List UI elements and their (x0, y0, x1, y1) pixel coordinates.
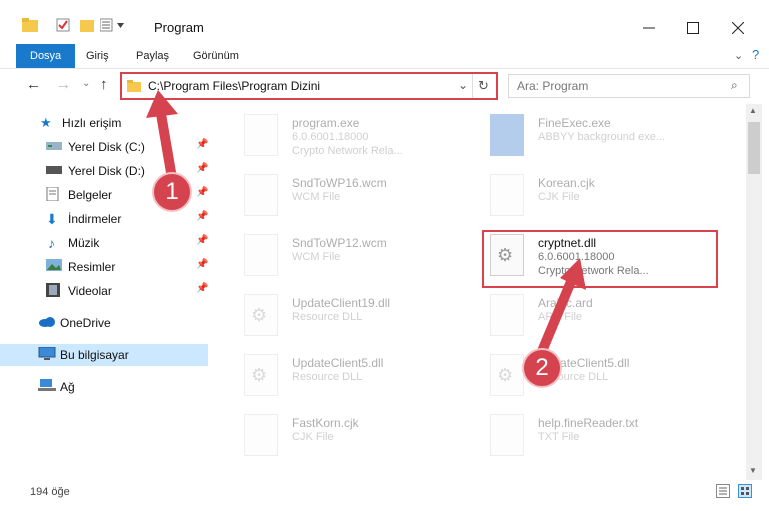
pin-icon[interactable]: 📌 (196, 235, 208, 246)
chevron-down-icon[interactable]: ⌄ (734, 49, 743, 62)
folder-icon (22, 18, 38, 35)
pictures-icon (46, 259, 62, 273)
drive-icon (46, 163, 62, 177)
file-list: program.exe 6.0.6001.18000 Crypto Networ… (214, 104, 746, 478)
drive-icon (46, 139, 62, 153)
highlight-box (482, 230, 718, 288)
blank-file-icon (244, 174, 278, 216)
sidebar-item-local-disk-c[interactable]: Yerel Disk (C:) 📌 (0, 136, 208, 158)
blank-file-icon (244, 414, 278, 456)
tab-share[interactable]: Paylaş (136, 44, 169, 68)
pin-icon[interactable]: 📌 (196, 187, 208, 198)
search-placeholder: Ara: Program (517, 79, 589, 93)
pin-icon[interactable]: 📌 (196, 163, 208, 174)
exe-file-icon (490, 114, 524, 156)
file-item[interactable]: SndToWP16.wcm WCM File (236, 170, 476, 230)
status-bar: 194 öğe (0, 480, 769, 511)
download-icon: ⬇ (46, 211, 58, 227)
file-item[interactable]: UpdateClient5.dll Resource DLL (236, 350, 476, 410)
tiles-view-icon[interactable] (738, 484, 752, 501)
file-item[interactable]: FineExec.exe ABBYY background exe... (482, 110, 722, 170)
sidebar-item-pictures[interactable]: Resimler 📌 (0, 256, 208, 278)
tab-home[interactable]: Giriş (86, 44, 109, 68)
sidebar-item-videos[interactable]: Videolar 📌 (0, 280, 208, 302)
sidebar-item-onedrive[interactable]: OneDrive (0, 312, 208, 334)
file-item[interactable]: SndToWP12.wcm WCM File (236, 230, 476, 290)
scrollbar-thumb[interactable] (748, 122, 760, 174)
divider (472, 74, 473, 98)
back-arrow-icon[interactable]: ← (26, 76, 41, 93)
recent-locations-icon[interactable]: ⌄ (82, 78, 90, 89)
item-count: 194 öğe (30, 486, 70, 498)
blank-file-icon (244, 234, 278, 276)
sidebar-item-quick-access[interactable]: ★ Hızlı erişim (0, 112, 208, 134)
computer-icon (38, 346, 56, 361)
close-button[interactable] (723, 14, 753, 42)
blank-file-icon (490, 174, 524, 216)
address-path: C:\Program Files\Program Dizini (148, 79, 321, 93)
address-row: ← → ⌄ ↑ C:\Program Files\Program Dizini … (0, 68, 769, 104)
pin-icon[interactable]: 📌 (196, 259, 208, 270)
dll-file-icon (244, 354, 278, 396)
help-icon[interactable]: ? (752, 47, 759, 62)
folder-icon (127, 80, 141, 95)
title-bar: Program (0, 0, 769, 44)
address-bar[interactable]: C:\Program Files\Program Dizini ⌄ ↻ (120, 72, 498, 100)
forward-arrow-icon[interactable]: → (56, 76, 71, 93)
new-folder-icon[interactable] (80, 18, 94, 35)
network-icon (38, 379, 56, 393)
file-item[interactable]: program.exe 6.0.6001.18000 Crypto Networ… (236, 110, 476, 170)
dll-file-icon (244, 294, 278, 336)
navigation-pane: ★ Hızlı erişim Yerel Disk (C:) 📌 Yerel D… (0, 104, 214, 480)
text-file-icon (490, 414, 524, 456)
maximize-button[interactable] (678, 14, 708, 42)
file-item[interactable]: FastKorn.cjk CJK File (236, 410, 476, 470)
file-item[interactable]: UpdateClient19.dll Resource DLL (236, 290, 476, 350)
documents-icon (46, 186, 62, 202)
dll-file-icon (490, 354, 524, 396)
music-icon: ♪ (48, 235, 55, 251)
window-title: Program (154, 20, 204, 35)
tab-file[interactable]: Dosya (16, 44, 76, 68)
scroll-up-icon[interactable]: ▲ (749, 106, 757, 115)
pin-icon[interactable]: 📌 (196, 211, 208, 222)
ribbon: Dosya Giriş Paylaş Görünüm ⌄ ? (0, 44, 769, 69)
sidebar-item-music[interactable]: ♪ Müzik 📌 (0, 232, 208, 254)
pin-icon[interactable]: 📌 (196, 283, 208, 294)
step-badge-1: 1 (152, 172, 192, 212)
tab-view[interactable]: Görünüm (193, 44, 239, 68)
refresh-icon[interactable]: ↻ (478, 78, 489, 94)
file-item[interactable]: help.fineReader.txt TXT File (482, 410, 722, 470)
scroll-down-icon[interactable]: ▼ (749, 466, 757, 475)
sidebar-item-network[interactable]: Ağ (0, 376, 208, 398)
file-item[interactable]: Arabic.ard ARD File (482, 290, 722, 350)
videos-icon (46, 283, 62, 297)
details-view-icon[interactable] (716, 484, 730, 501)
pin-icon[interactable]: 📌 (196, 139, 208, 150)
sidebar-item-this-pc[interactable]: Bu bilgisayar (0, 344, 208, 366)
search-input[interactable]: Ara: Program ⌕ (508, 74, 750, 98)
properties-icon[interactable] (56, 18, 70, 35)
minimize-button[interactable] (634, 14, 664, 42)
file-item[interactable]: UpdateClient5.dll Resource DLL (482, 350, 722, 410)
star-icon: ★ (40, 115, 52, 130)
chevron-down-icon[interactable]: ⌄ (458, 78, 468, 92)
exe-file-icon (244, 114, 278, 156)
cloud-icon (38, 315, 55, 329)
up-arrow-icon[interactable]: ↑ (100, 76, 108, 93)
customize-toolbar-icon[interactable] (99, 18, 126, 35)
step-badge-2: 2 (522, 348, 562, 388)
blank-file-icon (490, 294, 524, 336)
search-icon[interactable]: ⌕ (731, 78, 738, 93)
file-item[interactable]: Korean.cjk CJK File (482, 170, 722, 230)
